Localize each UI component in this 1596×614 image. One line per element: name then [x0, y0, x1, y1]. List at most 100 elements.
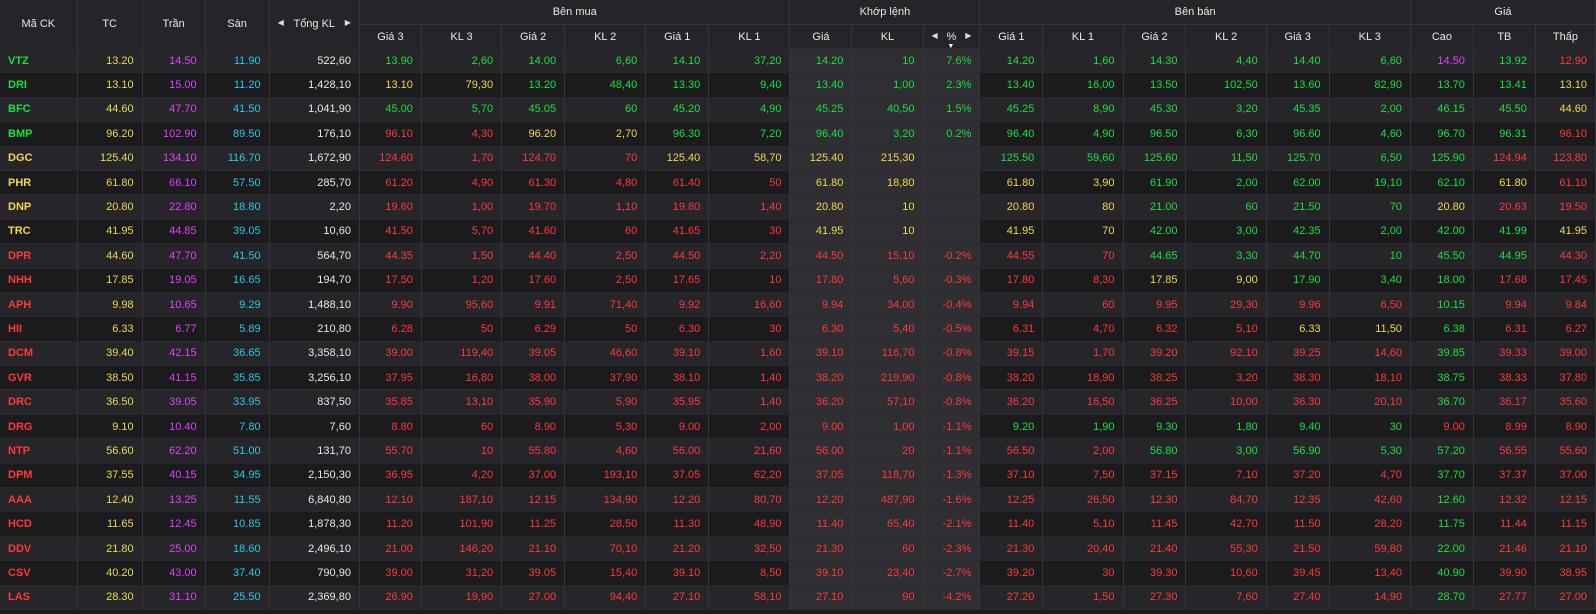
avg-cell: 27.77	[1473, 585, 1536, 610]
col-sell-price-1[interactable]: Giá 1	[979, 24, 1044, 49]
symbol-cell[interactable]: DGC	[0, 146, 78, 171]
high-cell: 6.38	[1410, 316, 1474, 342]
col-floor[interactable]: Sàn	[205, 0, 270, 49]
col-buy-price-3[interactable]: Giá 3	[359, 24, 422, 49]
col-high[interactable]: Cao	[1410, 24, 1474, 49]
buy-vol-3-cell: 50	[421, 316, 503, 342]
col-sell-price-2[interactable]: Giá 2	[1123, 24, 1187, 49]
low-cell: 41.95	[1535, 219, 1596, 245]
col-buy-price-1[interactable]: Giá 1	[645, 24, 710, 49]
symbol-cell[interactable]: LAS	[0, 585, 78, 610]
table-row[interactable]: HCD 11.65 12.45 10.85 1,878,30 11.20 101,90 11.…	[0, 511, 1596, 537]
symbol-cell[interactable]: DPM	[0, 463, 78, 489]
symbol-cell[interactable]: DCM	[0, 341, 78, 367]
match-percent-cell: -0.8%	[923, 365, 981, 391]
table-row[interactable]: BFC 44.60 47.70 41.50 1,041,90 45.00 5,70 45.05…	[0, 97, 1596, 123]
symbol-cell[interactable]: BMP	[0, 121, 78, 147]
symbol-cell[interactable]: BFC	[0, 97, 78, 123]
symbol-cell[interactable]: DNP	[0, 194, 78, 220]
ref-cell: 44.60	[77, 243, 143, 269]
col-low[interactable]: Thấp	[1535, 24, 1596, 49]
scroll-left-arrow-icon[interactable]: ◀	[278, 18, 284, 27]
table-row[interactable]: NTP 56.60 62.20 51.00 131,70 55.70 10 55.80 4,60…	[0, 438, 1596, 464]
table-row[interactable]: GVR 38.50 41.15 35.85 3,256,10 37.95 16,80 38.0…	[0, 365, 1596, 391]
buy-price-2-cell: 17.60	[501, 268, 566, 293]
symbol-cell[interactable]: NHH	[0, 268, 78, 293]
table-row[interactable]: DPR 44.60 47.70 41.50 564,70 44.35 1,50 44.40 2,…	[0, 243, 1596, 269]
table-row[interactable]: AAA 12.40 13.25 11.55 6,840,80 12.10 187,10 12.…	[0, 487, 1596, 513]
symbol-cell[interactable]: DRI	[0, 72, 78, 98]
col-match-price[interactable]: Giá	[789, 24, 853, 49]
symbol-cell[interactable]: NTP	[0, 438, 78, 464]
col-match-vol[interactable]: KL	[851, 24, 924, 49]
col-buy-vol-1[interactable]: KL 1	[708, 24, 791, 49]
table-row[interactable]: DDV 21.80 25.00 18.60 2,496,10 21.00 146,20 21.…	[0, 536, 1596, 562]
col-sell-vol-3[interactable]: KL 3	[1329, 24, 1411, 49]
table-row[interactable]: DGC 125.40 134.10 116.70 1,672,90 124.60 1,70 1…	[0, 146, 1596, 171]
symbol-cell[interactable]: PHR	[0, 170, 78, 196]
symbol-cell[interactable]: TRC	[0, 219, 78, 245]
symbol-cell[interactable]: HII	[0, 316, 78, 342]
percent-right-arrow-icon[interactable]: ▶	[965, 31, 971, 40]
table-row[interactable]: PHR 61.80 66.10 57.50 285,70 61.20 4,90 61.30 4,…	[0, 170, 1596, 196]
table-row[interactable]: DNP 20.80 22.80 18.80 2,20 19.60 1,00 19.70 1,10…	[0, 194, 1596, 220]
symbol-cell[interactable]: DPR	[0, 243, 78, 269]
table-row[interactable]: BMP 96.20 102.90 89.50 176,10 96.10 4,30 96.20 2…	[0, 121, 1596, 147]
buy-price-1-cell: 44.50	[645, 243, 710, 269]
table-row[interactable]: APH 9.98 10.65 9.29 1,488,10 9.90 95,60 9.91 71,…	[0, 292, 1596, 318]
table-row[interactable]: DCM 39.40 42.15 36.65 3,358,10 39.00 119,40 39.…	[0, 341, 1596, 367]
sell-vol-2-cell: 10,60	[1185, 560, 1267, 586]
percent-left-arrow-icon[interactable]: ◀	[932, 31, 938, 40]
col-match-percent[interactable]: ◀ % ▼ ▶	[923, 24, 981, 49]
symbol-cell[interactable]: GVR	[0, 365, 78, 391]
buy-price-3-cell: 13.90	[359, 48, 422, 74]
table-row[interactable]: NHH 17.85 19.05 16.65 194,70 17.50 1,20 17.60 2,…	[0, 268, 1596, 293]
col-buy-vol-3[interactable]: KL 3	[421, 24, 503, 49]
col-symbol[interactable]: Mã CK	[0, 0, 78, 49]
col-sell-vol-2[interactable]: KL 2	[1185, 24, 1267, 49]
table-row[interactable]: CSV 40.20 43.00 37.40 790,90 39.00 31,20 39.05 1…	[0, 560, 1596, 586]
col-sell-price-3[interactable]: Giá 3	[1266, 24, 1330, 49]
ref-cell: 37.55	[77, 463, 143, 489]
table-row[interactable]: DPM 37.55 40.15 34.95 2,150,30 36.95 4,20 37.00…	[0, 463, 1596, 489]
col-total-vol[interactable]: ◀ Tổng KL ▶	[269, 0, 360, 49]
ceil-cell: 6.77	[142, 316, 206, 342]
table-row[interactable]: LAS 28.30 31.10 25.50 2,369,80 26.90 19,90 27.0…	[0, 585, 1596, 610]
symbol-cell[interactable]: APH	[0, 292, 78, 318]
symbol-cell[interactable]: DDV	[0, 536, 78, 562]
col-buy-price-2[interactable]: Giá 2	[501, 24, 566, 49]
table-row[interactable]: TRC 41.95 44.85 39.05 10,60 41.50 5,70 41.60 60 4…	[0, 219, 1596, 245]
ref-cell: 38.50	[77, 365, 143, 391]
symbol-cell[interactable]: VTZ	[0, 48, 78, 74]
sell-price-1-cell: 41.95	[979, 219, 1044, 245]
sell-price-2-cell: 21.40	[1123, 536, 1187, 562]
symbol-cell[interactable]: CSV	[0, 560, 78, 586]
high-cell: 45.50	[1410, 243, 1474, 269]
ref-cell: 17.85	[77, 268, 143, 293]
table-row[interactable]: VTZ 13.20 14.50 11.90 522,60 13.90 2,60 14.00 6,…	[0, 48, 1596, 74]
buy-price-2-cell: 27.00	[501, 585, 566, 610]
symbol-cell[interactable]: DRC	[0, 389, 78, 415]
col-avg[interactable]: TB	[1473, 24, 1536, 49]
sell-vol-2-cell: 92,10	[1185, 341, 1267, 367]
buy-price-3-cell: 19.60	[359, 194, 422, 220]
col-ref[interactable]: TC	[77, 0, 143, 49]
sell-price-3-cell: 13.60	[1266, 72, 1330, 98]
floor-cell: 51.00	[205, 438, 270, 464]
ceil-cell: 41.15	[142, 365, 206, 391]
symbol-cell[interactable]: HCD	[0, 511, 78, 537]
col-buy-vol-2[interactable]: KL 2	[564, 24, 647, 49]
sell-price-3-cell: 42.35	[1266, 219, 1330, 245]
table-row[interactable]: DRG 9.10 10.40 7.80 7,60 8.80 60 8.90 5,30 9.00 2,…	[0, 414, 1596, 440]
table-row[interactable]: DRI 13.10 15.00 11.20 1,428,10 13.10 79,30 13.2…	[0, 72, 1596, 98]
symbol-cell[interactable]: AAA	[0, 487, 78, 513]
col-ceil[interactable]: Trần	[142, 0, 206, 49]
table-row[interactable]: HII 6.33 6.77 5.89 210,80 6.28 50 6.29 50 6.30 30 6…	[0, 316, 1596, 342]
total-vol-cell: 1,878,30	[269, 511, 360, 537]
buy-price-1-cell: 125.40	[645, 146, 710, 171]
symbol-cell[interactable]: DRG	[0, 414, 78, 440]
sell-price-2-cell: 96.50	[1123, 121, 1187, 147]
scroll-right-arrow-icon[interactable]: ▶	[345, 18, 351, 27]
table-row[interactable]: DRC 36.50 39.05 33.95 837,50 35.85 13,10 35.90 5…	[0, 389, 1596, 415]
col-sell-vol-1[interactable]: KL 1	[1042, 24, 1124, 49]
